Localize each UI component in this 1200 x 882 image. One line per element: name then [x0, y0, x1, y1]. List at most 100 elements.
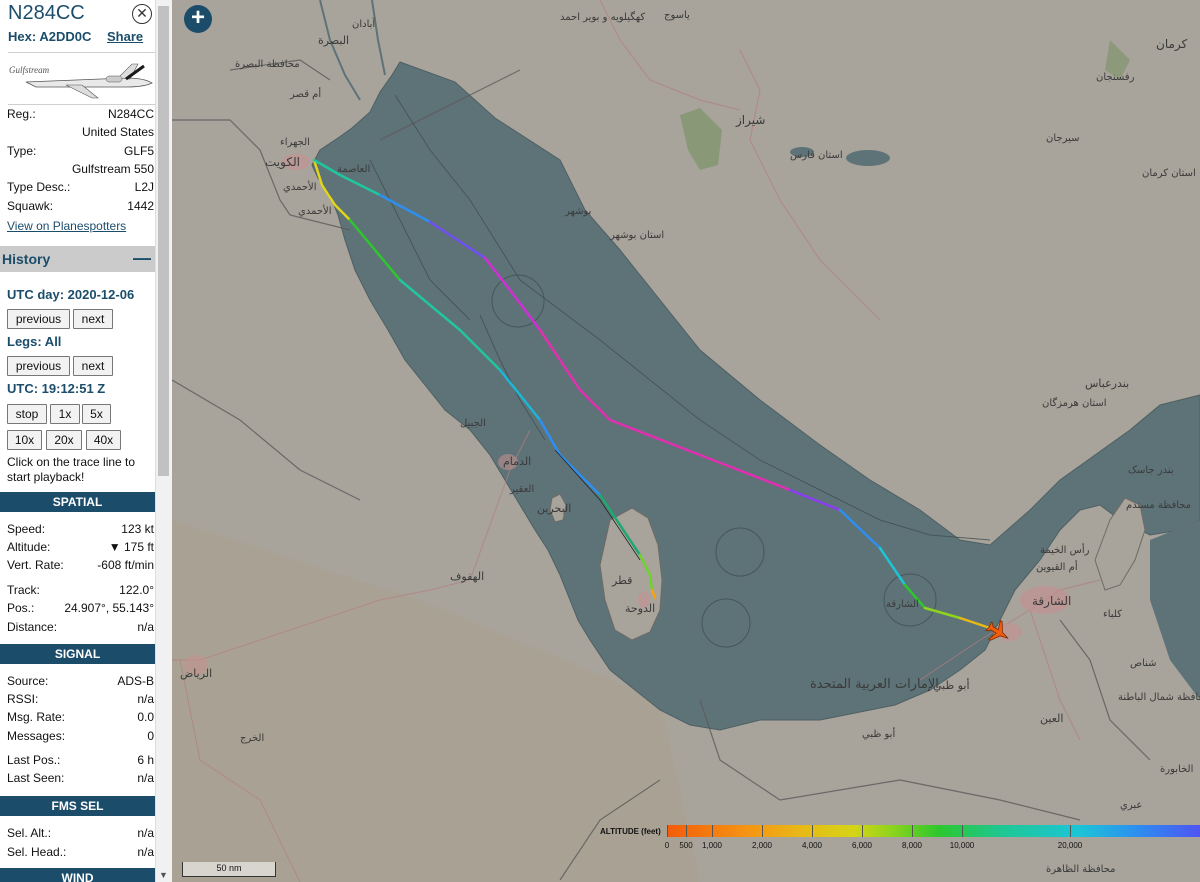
speed-1x-button[interactable]: 1x — [50, 404, 80, 424]
legend-tick-label: 500 — [679, 841, 693, 850]
history-header[interactable]: History — — [0, 246, 155, 272]
source-value: ADS-B — [117, 674, 154, 688]
type-value: GLF5 — [123, 144, 154, 158]
type-desc-row: Type Desc.: L2J — [7, 178, 154, 196]
legend-tick — [762, 825, 763, 837]
speed-10x-button[interactable]: 10x — [7, 430, 42, 450]
legend-tick-label: 4,000 — [801, 841, 823, 850]
messages-label: Messages: — [7, 729, 66, 743]
legend-tick — [862, 825, 863, 837]
label-musandam: محافظة مسندم — [1126, 500, 1191, 511]
legend-title: ALTITUDE (feet) — [600, 827, 661, 836]
planespotters-link[interactable]: View on Planespotters — [7, 219, 126, 233]
wind-header[interactable]: WIND — [0, 868, 155, 882]
type-label: Type: — [7, 144, 37, 158]
sel-head-row: Sel. Head.: n/a — [7, 843, 154, 861]
collapse-icon[interactable]: — — [133, 248, 151, 269]
history-title: History — [2, 251, 51, 267]
label-shiraz: شيراز — [735, 113, 765, 128]
fms-header[interactable]: FMS SEL — [0, 796, 155, 816]
legend-tick — [667, 825, 668, 837]
label-qatar: قطر — [611, 574, 632, 587]
label-yasuj: یاسوج — [664, 10, 690, 21]
stop-button[interactable]: stop — [7, 404, 47, 424]
scrollbar-thumb[interactable] — [158, 6, 169, 476]
legend-tick-label: 8,000 — [901, 841, 923, 850]
reg-row: Reg.: N284CC — [7, 105, 154, 123]
utc-time: UTC: 19:12:51 Z — [7, 381, 106, 396]
hex-line: Hex: A2DD0C — [8, 29, 91, 44]
map-view[interactable]: البصرة محافظة البصرة آبادان أم قصر الجهر… — [172, 0, 1200, 882]
label-kalba: كلباء — [1103, 609, 1122, 620]
label-rak: رأس الخيمة — [1040, 543, 1090, 556]
sel-alt-value: n/a — [137, 826, 154, 840]
label-al-ain: العين — [1040, 712, 1063, 725]
label-umm-qasr: أم قصر — [289, 87, 321, 100]
leg-next-button[interactable]: next — [73, 356, 113, 376]
label-hormozgan: استان هرمزگان — [1042, 397, 1107, 409]
track-label: Track: — [7, 583, 40, 597]
msg-rate-row: Msg. Rate: 0.0 — [7, 708, 154, 726]
label-ibri: عبري — [1120, 800, 1142, 811]
label-bahrain: البحرين — [537, 502, 571, 515]
squawk-row: Squawk: 1442 — [7, 197, 154, 215]
label-kohgiluyeh: کهگیلویه و بویر احمد — [560, 11, 645, 23]
speed-40x-button[interactable]: 40x — [86, 430, 121, 450]
distance-label: Distance: — [7, 620, 58, 634]
label-hofuf: الهفوف — [450, 570, 484, 583]
scroll-down-icon[interactable]: ▼ — [159, 870, 168, 880]
scale-label: 50 nm — [216, 863, 242, 873]
label-uaq: أم القيوين — [1036, 560, 1078, 573]
legend-tick-label: 20,000 — [1057, 841, 1083, 850]
source-row: Source: ADS-B — [7, 672, 154, 690]
signal-header[interactable]: SIGNAL — [0, 644, 155, 664]
type-row: Type: GLF5 — [7, 142, 154, 160]
speed-label: Speed: — [7, 522, 46, 536]
label-kerman: کرمان — [1156, 37, 1188, 52]
speed-20x-button[interactable]: 20x — [46, 430, 82, 450]
legend-tick — [712, 825, 713, 837]
day-previous-button[interactable]: previous — [7, 309, 70, 329]
legend-tick — [686, 825, 687, 837]
leg-previous-button[interactable]: previous — [7, 356, 70, 376]
label-abu-dhabi: أبو ظبي — [933, 678, 970, 692]
last-seen-label: Last Seen: — [7, 771, 65, 785]
share-link[interactable]: Share — [107, 29, 143, 44]
rssi-label: RSSI: — [7, 692, 39, 706]
legs-label: Legs: All — [7, 334, 62, 349]
vert-rate-label: Vert. Rate: — [7, 558, 64, 572]
last-seen-value: n/a — [137, 771, 154, 785]
close-icon[interactable]: ✕ — [132, 4, 152, 24]
legend-tick — [1070, 825, 1071, 837]
day-next-button[interactable]: next — [73, 309, 113, 329]
label-asima: العاصمة — [337, 164, 370, 175]
messages-value: 0 — [147, 729, 154, 743]
model-value: Gulfstream 550 — [71, 162, 154, 176]
vert-rate-row: Vert. Rate: -608 ft/min — [7, 556, 154, 574]
label-khaburah: الخابورة — [1160, 764, 1193, 775]
speed-value: 123 kt — [121, 522, 154, 536]
speed-5x-button[interactable]: 5x — [82, 404, 111, 424]
map-canvas[interactable]: البصرة محافظة البصرة آبادان أم قصر الجهر… — [172, 0, 1200, 882]
rssi-row: RSSI: n/a — [7, 690, 154, 708]
model-row: Gulfstream 550 — [7, 160, 154, 178]
altitude-row: Altitude: ▼ 175 ft — [7, 538, 154, 556]
zoom-in-icon[interactable]: + — [184, 5, 212, 33]
legend-tick-label: 6,000 — [851, 841, 873, 850]
label-abadan: آبادان — [352, 17, 376, 30]
playback-hint: Click on the trace line to start playbac… — [7, 455, 136, 484]
label-riyadh: الرياض — [180, 667, 212, 680]
label-bushehr-prov: استان بوشهر — [609, 230, 664, 241]
label-bandar-abbas: بندرعباس — [1085, 377, 1129, 390]
sidebar-scrollbar[interactable]: ▼ — [155, 0, 172, 882]
divider — [8, 52, 155, 53]
sel-alt-label: Sel. Alt.: — [7, 826, 52, 840]
spatial-header[interactable]: SPATIAL — [0, 492, 155, 512]
label-shinas: شناص — [1130, 658, 1157, 669]
legend-tick — [962, 825, 963, 837]
legend-tick — [912, 825, 913, 837]
label-batinah: محافظة شمال الباطنة — [1118, 692, 1200, 703]
country-row: United States — [7, 123, 154, 141]
label-kuwait: الكويت — [265, 155, 300, 170]
type-desc-value: L2J — [134, 180, 154, 194]
